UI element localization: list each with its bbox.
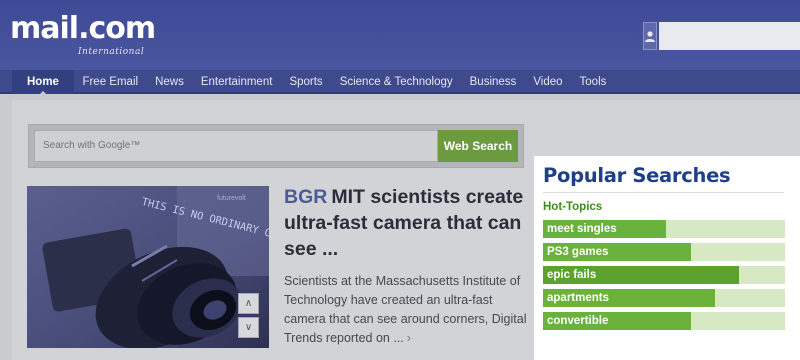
mail-com-logo[interactable]: mail.com [10, 11, 156, 46]
search-box: Search with Google™ Web Search [28, 124, 524, 168]
article-headline[interactable]: BGR MIT scientists create ultra-fast came… [284, 184, 532, 262]
slider-down-button[interactable]: ∨ [238, 317, 259, 338]
popular-search-item[interactable]: apartments [543, 289, 785, 307]
popular-search-label: apartments [547, 292, 609, 304]
popular-search-item[interactable]: meet singles [543, 220, 785, 238]
popular-searches-panel: Popular Searches Hot-Topics meet singles… [534, 156, 800, 360]
article-summary: Scientists at the Massachusetts Institut… [284, 272, 532, 348]
logo-subtitle: International [78, 47, 145, 57]
login-input[interactable] [659, 22, 800, 50]
popular-search-label: meet singles [547, 223, 617, 235]
site-header: mail.com International [0, 0, 800, 70]
popular-search-item[interactable]: convertible [543, 312, 785, 330]
popular-search-label: PS3 games [547, 246, 609, 258]
slider-up-button[interactable]: ∧ [238, 293, 259, 314]
nav-item-video[interactable]: Video [525, 70, 571, 94]
login-box [643, 22, 800, 50]
nav-item-free-email[interactable]: Free Email [74, 70, 147, 94]
hot-topics-label: Hot-Topics [543, 201, 603, 213]
nav-item-news[interactable]: News [147, 70, 193, 94]
nav-item-science-technology[interactable]: Science & Technology [331, 70, 461, 94]
read-more-arrow-icon[interactable]: › [407, 331, 411, 345]
nav-item-home[interactable]: Home [12, 70, 74, 96]
nav-item-sports[interactable]: Sports [281, 70, 331, 94]
image-watermark: futurevolt [217, 195, 246, 202]
article-body: Scientists at the Massachusetts Institut… [284, 274, 527, 345]
search-input[interactable]: Search with Google™ [34, 130, 438, 162]
popular-search-label: convertible [547, 315, 609, 327]
user-icon[interactable] [643, 22, 657, 50]
popular-search-item[interactable]: epic fails [543, 266, 785, 284]
article-image[interactable]: THIS IS NO ORDINARY CAMERA futurevolt ∧ … [27, 186, 269, 348]
divider [543, 192, 784, 193]
nav-item-entertainment[interactable]: Entertainment [192, 70, 281, 94]
featured-article: BGR MIT scientists create ultra-fast came… [284, 184, 532, 348]
nav-item-business[interactable]: Business [461, 70, 525, 94]
web-search-button[interactable]: Web Search [438, 130, 518, 162]
logo-text: mail.com [10, 11, 156, 46]
main-nav: Home Free Email News Entertainment Sports Sci… [0, 70, 800, 96]
popular-search-item[interactable]: PS3 games [543, 243, 785, 261]
nav-item-tools[interactable]: Tools [571, 70, 615, 94]
article-source: BGR [284, 186, 328, 208]
popular-search-label: epic fails [547, 269, 597, 281]
popular-searches-title: Popular Searches [543, 164, 731, 187]
